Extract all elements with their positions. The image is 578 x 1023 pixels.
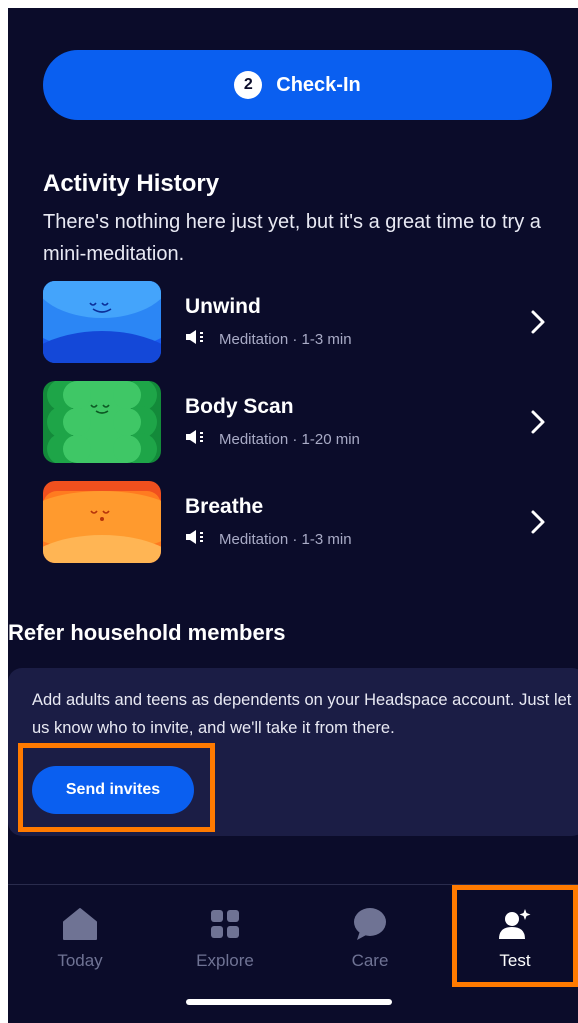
check-in-step-badge: 2 — [234, 71, 263, 99]
activity-meta: Meditation · 1-3 min — [185, 329, 352, 349]
activity-meta: Meditation · 1-3 min — [185, 529, 352, 549]
tab-explore[interactable]: Explore — [165, 905, 285, 975]
speaker-icon — [185, 429, 207, 449]
refer-description: Add adults and teens as dependents on yo… — [32, 691, 572, 737]
tab-label: Care — [351, 951, 389, 970]
activity-history-description: There's nothing here just yet, but it's … — [43, 211, 541, 265]
tab-label: Today — [57, 951, 103, 970]
activity-item-unwind[interactable]: Unwind Meditation · 1-3 min — [43, 281, 553, 365]
activity-name: Body Scan — [185, 395, 294, 418]
activity-meta-text: Meditation · 1-3 min — [219, 530, 352, 548]
unwind-thumbnail — [43, 281, 161, 363]
check-in-label: Check-In — [276, 73, 361, 96]
speaker-icon — [185, 529, 207, 549]
chat-bubble-icon — [310, 905, 430, 943]
activity-name: Unwind — [185, 295, 261, 318]
breathe-thumbnail — [43, 481, 161, 563]
body-scan-thumbnail — [43, 381, 161, 463]
test-tab-highlight — [452, 885, 578, 987]
home-indicator[interactable] — [186, 999, 392, 1005]
send-invites-highlight — [18, 743, 215, 832]
check-in-button[interactable]: 2 Check-In — [43, 50, 552, 120]
activity-history-title: Activity History — [43, 170, 220, 197]
tab-today[interactable]: Today — [20, 905, 140, 975]
activity-meta-text: Meditation · 1-20 min — [219, 430, 360, 448]
chevron-right-icon — [523, 507, 553, 537]
chevron-right-icon — [523, 307, 553, 337]
speaker-icon — [185, 329, 207, 349]
activity-meta-text: Meditation · 1-3 min — [219, 330, 352, 348]
activity-meta: Meditation · 1-20 min — [185, 429, 360, 449]
home-icon — [20, 905, 140, 943]
activity-name: Breathe — [185, 495, 264, 518]
tab-care[interactable]: Care — [310, 905, 430, 975]
activity-item-body-scan[interactable]: Body Scan Meditation · 1-20 min — [43, 381, 553, 465]
grid-icon — [165, 905, 285, 943]
refer-household-title: Refer household members — [8, 620, 286, 645]
app-screen: 2 Check-In Activity History There's noth… — [8, 8, 578, 1023]
chevron-right-icon — [523, 407, 553, 437]
activity-item-breathe[interactable]: Breathe Meditation · 1-3 min — [43, 481, 553, 565]
tab-label: Explore — [196, 951, 254, 970]
